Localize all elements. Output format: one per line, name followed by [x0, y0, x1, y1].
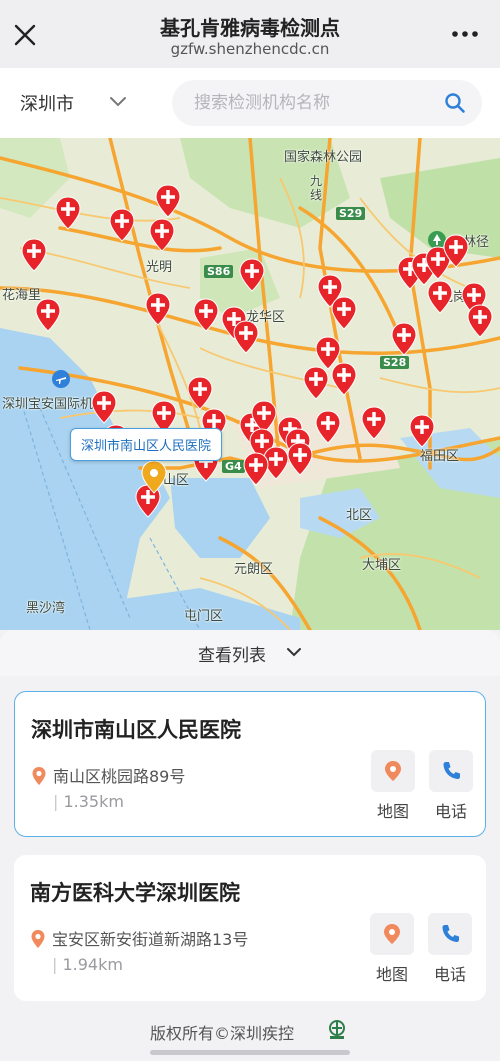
page-url: gzfw.shenzhencdc.cn: [170, 40, 330, 58]
phone-icon: [443, 762, 460, 779]
hospital-name: 南方医科大学深圳医院: [30, 881, 240, 905]
map-label-yuanlang: 元朗区: [234, 562, 274, 577]
map-label-beiqu: 北区: [346, 508, 373, 523]
footer: 版权所有©深圳疾控: [0, 1018, 500, 1048]
map-label-forest-park: 国家森林公园: [284, 150, 363, 165]
hospital-address: 宝安区新安街道新湖路13号: [52, 930, 249, 949]
hospital-pin[interactable]: [35, 298, 61, 332]
hospital-address: 南山区桃园路89号: [53, 767, 186, 786]
list-toggle-label[interactable]: 查看列表: [198, 641, 266, 666]
more-options-icon[interactable]: [450, 24, 480, 44]
map-label-heishawan: 黑沙湾: [26, 601, 66, 616]
search-icon[interactable]: [444, 92, 466, 114]
hospital-pin[interactable]: [361, 406, 387, 440]
hospital-pin[interactable]: [243, 452, 269, 486]
hospital-pin[interactable]: [233, 320, 259, 354]
hospital-pin[interactable]: [443, 234, 469, 268]
cdc-logo-icon: [329, 1020, 345, 1039]
hospital-pin[interactable]: [427, 280, 453, 314]
map-pin-icon: [384, 924, 400, 944]
hospital-pin[interactable]: [193, 298, 219, 332]
home-indicator: [150, 1050, 350, 1055]
phone-icon: [442, 925, 459, 942]
search-box[interactable]: [172, 80, 482, 126]
hospital-distance: 1.35km: [53, 792, 123, 811]
map-button-label[interactable]: 地图: [367, 961, 417, 985]
airport-icon: [52, 370, 70, 388]
hospital-pin[interactable]: [331, 296, 357, 330]
hospital-pin[interactable]: [21, 238, 47, 272]
city-selector[interactable]: 深圳市: [20, 90, 74, 116]
title-bar: 基孔肯雅病毒检测点 gzfw.shenzhencdc.cn: [0, 0, 500, 68]
result-card[interactable]: 深圳市南山区人民医院 南山区桃园路89号 1.35km 地图 电话: [14, 691, 486, 837]
hospital-pin[interactable]: [331, 362, 357, 396]
search-bar: 深圳市: [0, 68, 500, 138]
hospital-pin[interactable]: [239, 258, 265, 292]
copyright-text: 版权所有©深圳疾控: [150, 1024, 295, 1043]
page-title: 基孔肯雅病毒检测点: [160, 16, 340, 40]
location-pin-icon: [31, 930, 45, 948]
hospital-pin[interactable]: [109, 208, 135, 242]
list-toggle[interactable]: 查看列表: [0, 630, 500, 676]
search-input[interactable]: [194, 80, 434, 126]
phone-button-label[interactable]: 电话: [426, 798, 476, 822]
road-badge-s29: S29: [336, 207, 366, 220]
hospital-pin[interactable]: [287, 442, 313, 476]
road-badge-g4: G4: [222, 460, 245, 473]
map-label-guangming: 光明: [146, 260, 173, 275]
chevron-down-icon[interactable]: [285, 645, 303, 659]
chevron-down-icon[interactable]: [108, 94, 128, 110]
phone-button[interactable]: [428, 913, 472, 955]
hospital-pin[interactable]: [145, 292, 171, 326]
road-badge-s86: S86: [204, 265, 234, 278]
hospital-pin[interactable]: [55, 196, 81, 230]
map-button[interactable]: [370, 913, 414, 955]
hospital-pin[interactable]: [391, 322, 417, 356]
map-button[interactable]: [371, 750, 415, 792]
hospital-pin[interactable]: [91, 390, 117, 424]
map-view[interactable]: 国家森林公园 清林径 花海里 光明 龙华区 深圳宝安国际机场 南山区 龙岗区 福…: [0, 138, 500, 630]
result-card[interactable]: 南方医科大学深圳医院 宝安区新安街道新湖路13号 1.94km 地图 电话: [14, 855, 486, 1001]
hospital-name: 深圳市南山区人民医院: [31, 718, 241, 742]
phone-button[interactable]: [429, 750, 473, 792]
hospital-pin[interactable]: [409, 414, 435, 448]
map-label-jiuxian: 九 线: [310, 174, 323, 202]
map-pin-icon: [385, 761, 401, 781]
hospital-pin[interactable]: [155, 184, 181, 218]
location-pin-icon: [32, 767, 46, 785]
hospital-pin[interactable]: [467, 304, 493, 338]
selected-hospital-callout[interactable]: 深圳市南山区人民医院: [70, 428, 223, 461]
road-badge-s28: S28: [380, 356, 410, 369]
selected-hospital-pin[interactable]: [141, 460, 167, 494]
hospital-pin[interactable]: [303, 366, 329, 400]
hospital-pin[interactable]: [187, 376, 213, 410]
map-button-label[interactable]: 地图: [368, 798, 418, 822]
hospital-distance: 1.94km: [52, 955, 122, 974]
hospital-pin[interactable]: [149, 218, 175, 252]
map-label-dapu: 大埔区: [362, 558, 402, 573]
map-label-tunmen: 屯门区: [184, 609, 224, 624]
phone-button-label[interactable]: 电话: [425, 961, 475, 985]
hospital-pin[interactable]: [315, 410, 341, 444]
